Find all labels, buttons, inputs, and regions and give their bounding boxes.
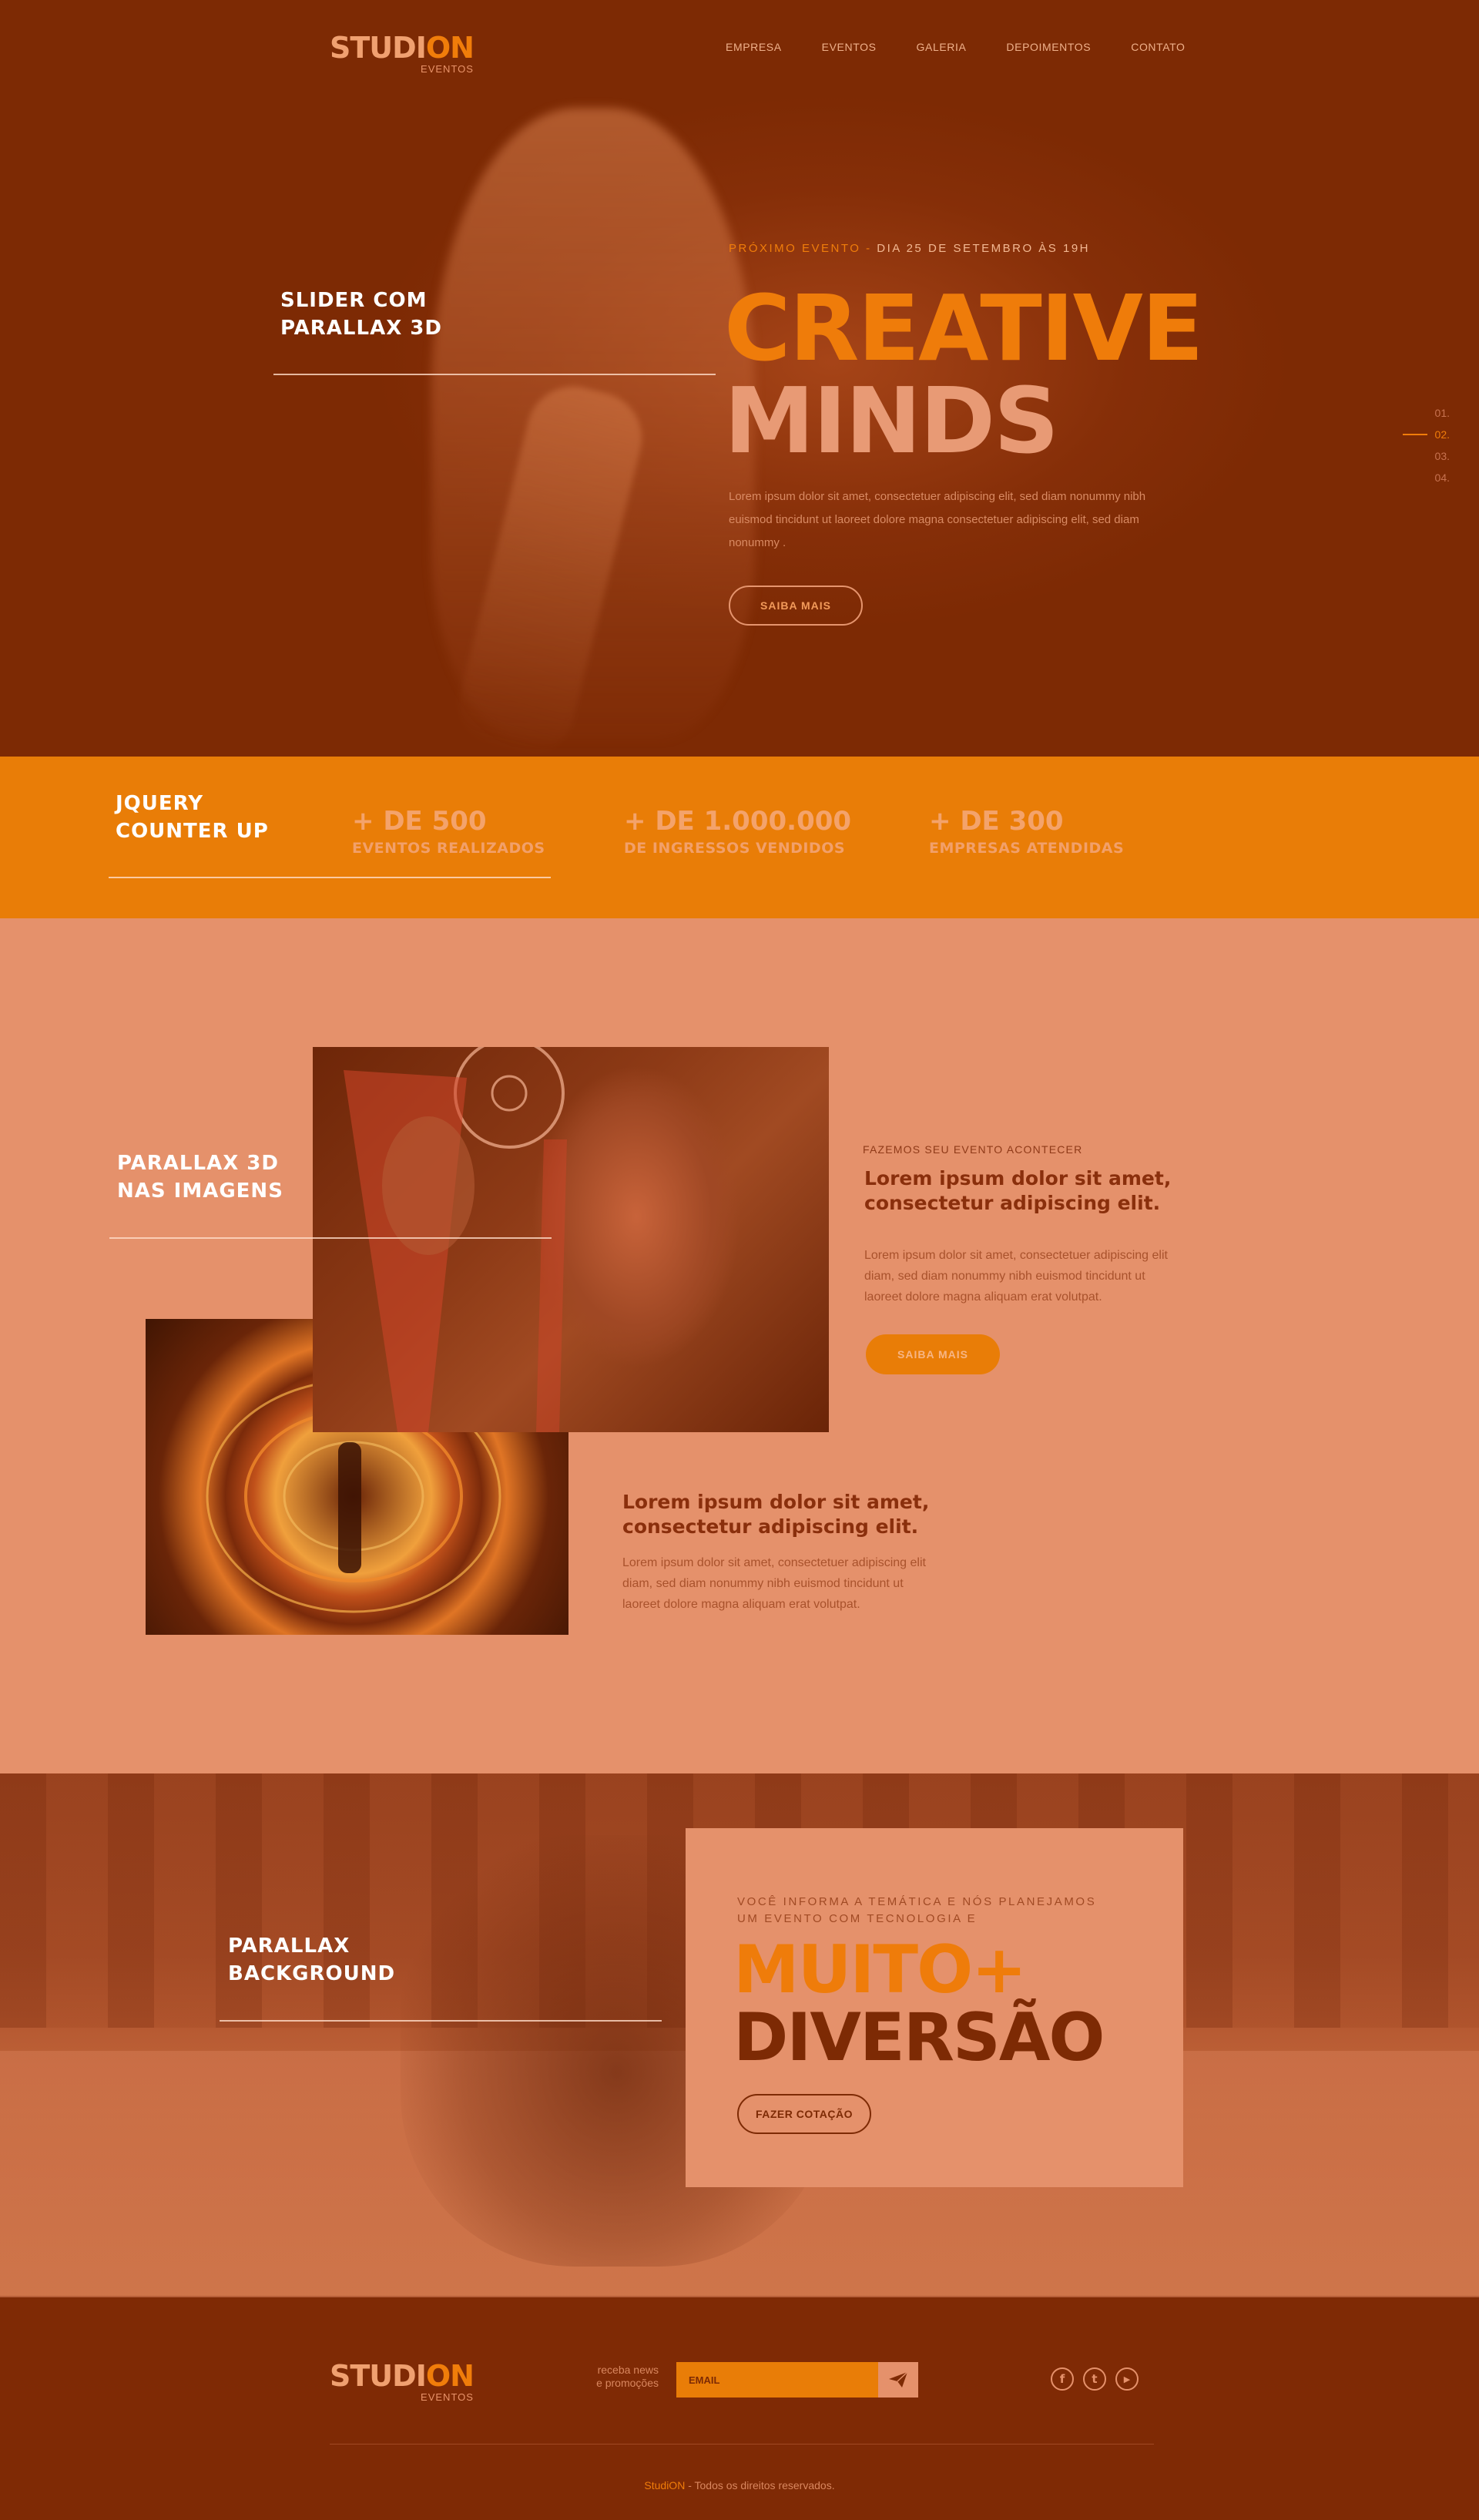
dancer-graphic	[344, 1047, 567, 1432]
bg-side-title-line1: PARALLAX	[228, 1934, 350, 1958]
twitter-icon[interactable]: t	[1083, 2367, 1106, 2391]
pager-item-03[interactable]: 03.	[1396, 445, 1450, 467]
counter-side-title: JQUERY COUNTER UP	[116, 790, 269, 845]
pager-item-02-label: 02.	[1434, 428, 1450, 441]
logo-subtitle: EVENTOS	[421, 63, 474, 75]
counter-value: + DE 300	[929, 806, 1064, 837]
counter-side-title-line2: COUNTER UP	[116, 820, 269, 843]
footer-logo[interactable]: STUDION EVENTOS	[330, 2359, 475, 2404]
counter-side-rule	[109, 877, 551, 878]
hero-side-title: SLIDER COM PARALLAX 3D	[280, 287, 442, 342]
pager-active-line	[1402, 434, 1427, 435]
card-headline-1: MUITO+	[733, 1931, 1027, 2008]
email-input[interactable]	[687, 2373, 875, 2387]
hero-side-rule	[273, 374, 716, 375]
newsletter-label-line2: e promoções	[596, 2377, 659, 2389]
counter-label: DE INGRESSOS VENDIDOS	[624, 840, 846, 857]
hero-slider: STUDION EVENTOS EMPRESA EVENTOS GALERIA …	[0, 0, 1479, 757]
footer-logo-subtitle: EVENTOS	[421, 2391, 474, 2403]
hero-saiba-mais-button[interactable]: SAIBA MAIS	[729, 586, 863, 626]
hero-headline-2: MINDS	[724, 367, 1059, 474]
paper-plane-icon	[889, 2371, 908, 2387]
copyright-text: - Todos os direitos reservados.	[688, 2479, 835, 2491]
youtube-icon[interactable]: ▶	[1115, 2367, 1139, 2391]
footer-logo-text: STUDI	[330, 2359, 427, 2393]
counter-label: EMPRESAS ATENDIDAS	[929, 840, 1125, 857]
pager-item-04[interactable]: 04.	[1396, 467, 1450, 488]
block2-body: Lorem ipsum dolor sit amet, consectetuer…	[622, 1556, 926, 1611]
images-side-rule	[109, 1237, 552, 1239]
parallax-images-section: PARALLAX 3D NAS IMAGENS FAZEMOS SEU EVEN…	[0, 918, 1479, 1773]
counter-value: + DE 1.000.000	[624, 806, 852, 837]
hero-eyebrow-date: DIA 25 DE SETEMBRO ÀS 19H	[877, 242, 1090, 255]
parallax-background-section: PARALLAX BACKGROUND VOCÊ INFORMA A TEMÁT…	[0, 1773, 1479, 2296]
quote-card: VOCÊ INFORMA A TEMÁTICA E NÓS PLANEJAMOS…	[686, 1828, 1183, 2187]
card-eyebrow-line2: UM EVENTO COM TECNOLOGIA E	[737, 1912, 978, 1925]
logo[interactable]: STUDION EVENTOS	[330, 31, 475, 75]
copyright-brand: StudiON	[644, 2479, 686, 2491]
footer: STUDION EVENTOS receba news e promoções …	[0, 2296, 1479, 2520]
hero-side-title-line1: SLIDER COM	[280, 289, 428, 312]
fazer-cotacao-button[interactable]: FAZER COTAÇÃO	[737, 2094, 871, 2134]
counter-label: EVENTOS REALIZADOS	[352, 840, 545, 857]
counter-item-events: + DE 500 EVENTOS REALIZADOS	[352, 806, 545, 857]
logo-text: STUDI	[330, 31, 427, 65]
pager-item-02[interactable]: 02.	[1396, 424, 1450, 445]
newsletter-email-field[interactable]	[676, 2362, 878, 2398]
bg-side-rule	[220, 2020, 662, 2022]
card-eyebrow-line1: VOCÊ INFORMA A TEMÁTICA E NÓS PLANEJAMOS	[737, 1895, 1097, 1908]
social-links: f t ▶	[1051, 2367, 1139, 2391]
nav-depoimentos[interactable]: DEPOIMENTOS	[1006, 41, 1091, 53]
hero-eyebrow-highlight: PRÓXIMO EVENTO -	[729, 242, 872, 255]
newsletter-label: receba news e promoções	[570, 2364, 659, 2390]
counter-item-tickets: + DE 1.000.000 DE INGRESSOS VENDIDOS	[624, 806, 851, 857]
nav-contato[interactable]: CONTATO	[1131, 41, 1185, 53]
card-eyebrow: VOCÊ INFORMA A TEMÁTICA E NÓS PLANEJAMOS…	[737, 1894, 1096, 1928]
counter-value: + DE 500	[352, 806, 487, 837]
newsletter-label-line1: receba news	[597, 2364, 659, 2376]
hero-headline-1: CREATIVE	[724, 275, 1204, 381]
copyright: StudiON - Todos os direitos reservados.	[0, 2479, 1479, 2491]
images-side-title-line1: PARALLAX 3D	[117, 1152, 279, 1175]
slider-pager: 01. 02. 03. 04.	[1396, 402, 1450, 488]
hero-eyebrow: PRÓXIMO EVENTO - DIA 25 DE SETEMBRO ÀS 1…	[729, 242, 1090, 255]
block2-heading: Lorem ipsum dolor sit amet, consectetur …	[622, 1491, 930, 1538]
nav-eventos[interactable]: EVENTOS	[822, 41, 877, 53]
pager-item-01[interactable]: 01.	[1396, 402, 1450, 424]
block1-heading: Lorem ipsum dolor sit amet, consectetur …	[864, 1167, 1172, 1214]
block1-eyebrow: FAZEMOS SEU EVENTO ACONTECER	[863, 1143, 1083, 1156]
footer-divider	[330, 2444, 1154, 2445]
facebook-icon[interactable]: f	[1051, 2367, 1074, 2391]
images-side-title-line2: NAS IMAGENS	[117, 1179, 283, 1203]
bg-side-title: PARALLAX BACKGROUND	[228, 1932, 395, 1988]
main-nav: EMPRESA EVENTOS GALERIA DEPOIMENTOS CONT…	[726, 41, 1186, 53]
block1-body: Lorem ipsum dolor sit amet, consectetuer…	[864, 1249, 1168, 1304]
block1-saiba-mais-button[interactable]: SAIBA MAIS	[866, 1334, 1000, 1374]
tribal-dancer-image	[313, 1047, 829, 1432]
footer-logo-text-accent: ON	[425, 2359, 475, 2393]
counter-item-companies: + DE 300 EMPRESAS ATENDIDAS	[929, 806, 1124, 857]
logo-text-accent: ON	[425, 31, 475, 65]
bg-side-title-line2: BACKGROUND	[228, 1962, 396, 1985]
hero-side-title-line2: PARALLAX 3D	[280, 317, 442, 340]
card-headline-2: DIVERSÃO	[733, 1999, 1105, 2076]
counter-section: JQUERY COUNTER UP + DE 500 EVENTOS REALI…	[0, 757, 1479, 918]
hero-body-text: Lorem ipsum dolor sit amet, consectetuer…	[729, 490, 1146, 549]
nav-galeria[interactable]: GALERIA	[917, 41, 967, 53]
images-side-title: PARALLAX 3D NAS IMAGENS	[117, 1149, 283, 1205]
counter-side-title-line1: JQUERY	[116, 792, 204, 815]
newsletter-send-button[interactable]	[878, 2362, 918, 2398]
nav-empresa[interactable]: EMPRESA	[726, 41, 782, 53]
